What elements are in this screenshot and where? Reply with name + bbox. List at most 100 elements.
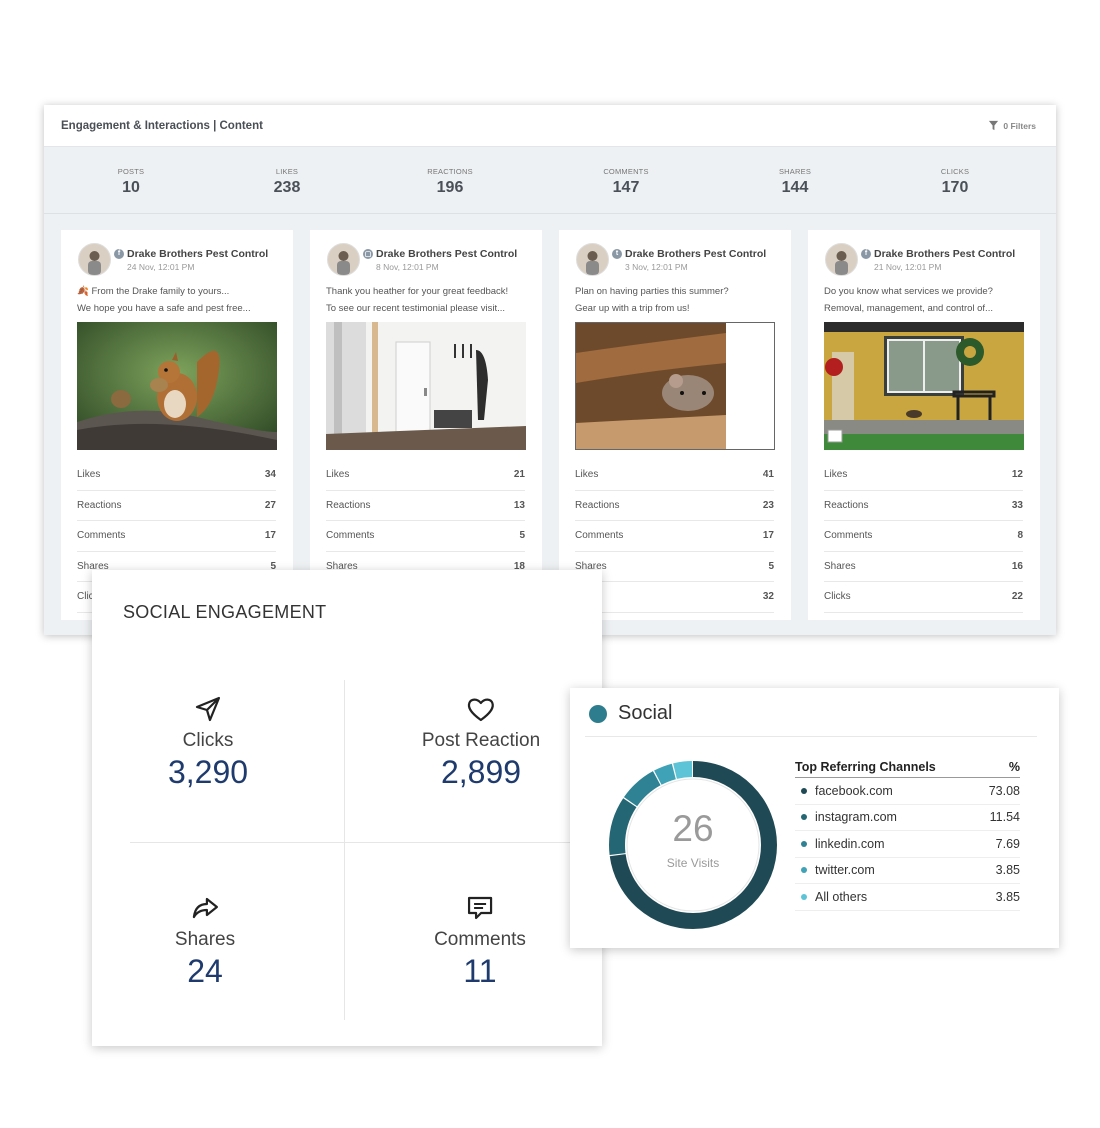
post-card[interactable]: f Drake Brothers Pest Control 24 Nov, 12… [61,230,293,620]
stat-label: REACTIONS [427,167,473,176]
house-porch-photo[interactable] [824,322,1024,450]
table-row[interactable]: All others 3.85 [795,884,1020,911]
post-author[interactable]: Drake Brothers Pest Control [127,248,268,260]
post-date: 24 Nov, 12:01 PM [127,261,195,272]
metric-label: Clicks [824,591,851,603]
metric-value: 13 [513,499,525,511]
google-business-icon: ▢ [363,248,373,259]
metric-row: Reactions 33 [824,491,1023,521]
site-visits-value: 26 [672,808,714,849]
social-referral-card: Social 26 Site Visits Top Referring Chan… [570,688,1059,948]
bullet-icon [801,893,807,900]
metric-value: 33 [1011,499,1023,511]
table-row[interactable]: instagram.com 11.54 [795,805,1020,831]
metric-label: Reactions [575,499,620,511]
post-header: ▢ Drake Brothers Pest Control 8 Nov, 12:… [327,243,517,276]
hallway-photo[interactable] [326,322,526,450]
metric-row: Comments 17 [77,521,276,552]
post-card[interactable]: f Drake Brothers Pest Control 21 Nov, 12… [808,230,1040,620]
metric-label: Comments [434,929,526,950]
channel-name-cell: facebook.com [795,784,893,798]
avatar [825,243,858,276]
post-text-line: To see our recent testimonial please vis… [326,303,506,314]
filters-button[interactable]: 0 Filters [988,120,1036,131]
leaf-icon: 🍂 [77,286,89,297]
facebook-icon: f [861,248,871,259]
metric-label: Reactions [326,499,371,511]
stats-row: POSTS 10 LIKES 238 REACTIONS 196 COMMENT… [44,147,1056,214]
stat-likes: LIKES 238 [274,167,301,197]
metric-label: Reactions [77,499,122,511]
stat-label: CLICKS [940,167,970,176]
table-row[interactable]: facebook.com 73.08 [795,778,1020,805]
post-text-line: Plan on having parties this summer? [575,286,729,297]
metric-value: 8 [1017,530,1023,542]
twitter-icon: t [612,248,622,259]
metric-value: 41 [762,469,774,481]
channel-percent: 11.54 [989,810,1020,825]
stat-posts: POSTS 10 [118,167,144,197]
stat-value: 147 [612,179,640,196]
post-metrics: Likes 21 Reactions 13 Comments 5 Shares 18 [326,460,525,582]
metric-label: Likes [77,469,101,481]
stat-label: COMMENTS [603,167,649,176]
metric-row: Likes 21 [326,460,525,491]
divider [344,680,345,1020]
channel-name: facebook.com [815,783,893,798]
table-row[interactable]: linkedin.com 7.69 [795,831,1020,858]
channel-name: instagram.com [815,810,897,825]
social-engagement-title: SOCIAL ENGAGEMENT [123,602,327,622]
metric-row: Likes 34 [77,460,276,491]
table-row[interactable]: twitter.com 3.85 [795,858,1020,884]
metric-label: Clicks [182,730,234,751]
metric-label: Likes [824,469,848,481]
post-card[interactable]: ▢ Drake Brothers Pest Control 8 Nov, 12:… [310,230,542,620]
metric-value: 5 [768,560,774,572]
table-header: Top Referring Channels % [795,760,1020,778]
mouse-photo[interactable] [575,322,775,450]
post-date: 21 Nov, 12:01 PM [874,261,942,272]
metric-value: 11 [463,953,497,989]
metric-row: Comments 17 [575,521,774,552]
metric-row: Shares 5 [575,552,774,582]
channel-name-cell: twitter.com [795,863,875,877]
stat-shares: SHARES 144 [779,167,811,197]
metric-label: Shares [824,560,856,572]
channel-name-cell: All others [795,890,867,904]
filters-label: 0 Filters [1003,120,1036,131]
metric-label: Likes [575,469,599,481]
filter-icon [989,120,999,131]
channel-percent: 3.85 [995,863,1020,878]
post-date: 3 Nov, 12:01 PM [625,261,688,272]
comment-icon [467,896,493,920]
post-text-line: From the Drake family to yours... [91,286,230,297]
metric-label: Post Reaction [421,730,541,751]
metric-value: 2,899 [440,754,522,790]
post-header: t Drake Brothers Pest Control 3 Nov, 12:… [576,243,766,276]
metric-value: 21 [513,469,525,481]
channel-name-cell: linkedin.com [795,837,884,851]
metric-label: Comments [326,530,375,542]
dashboard-header: Engagement & Interactions | Content 0 Fi… [44,105,1056,147]
metric-label: Reactions [824,499,869,511]
heart-icon [468,698,494,722]
metric-value: 17 [762,530,774,542]
facebook-icon: f [114,248,124,259]
post-author[interactable]: Drake Brothers Pest Control [625,248,766,260]
metric-row: Reactions 23 [575,491,774,521]
metric-label: Likes [326,469,350,481]
post-author[interactable]: Drake Brothers Pest Control [874,248,1015,260]
social-engagement-card: SOCIAL ENGAGEMENT Clicks 3,290 Post Reac… [92,570,602,1046]
squirrel-photo[interactable] [77,322,277,450]
metric-value: 3,290 [167,754,249,790]
post-author[interactable]: Drake Brothers Pest Control [376,248,517,260]
comments-metric: Comments 11 [434,893,526,990]
metric-label: Comments [575,530,624,542]
stat-value: 196 [436,179,464,196]
post-date: 8 Nov, 12:01 PM [376,261,439,272]
post-card[interactable]: t Drake Brothers Pest Control 3 Nov, 12:… [559,230,791,620]
metric-row: Clicks 22 [824,582,1023,613]
metric-value: 27 [264,499,276,511]
metric-row: Likes 41 [575,460,774,491]
metric-row: Comments 5 [326,521,525,552]
